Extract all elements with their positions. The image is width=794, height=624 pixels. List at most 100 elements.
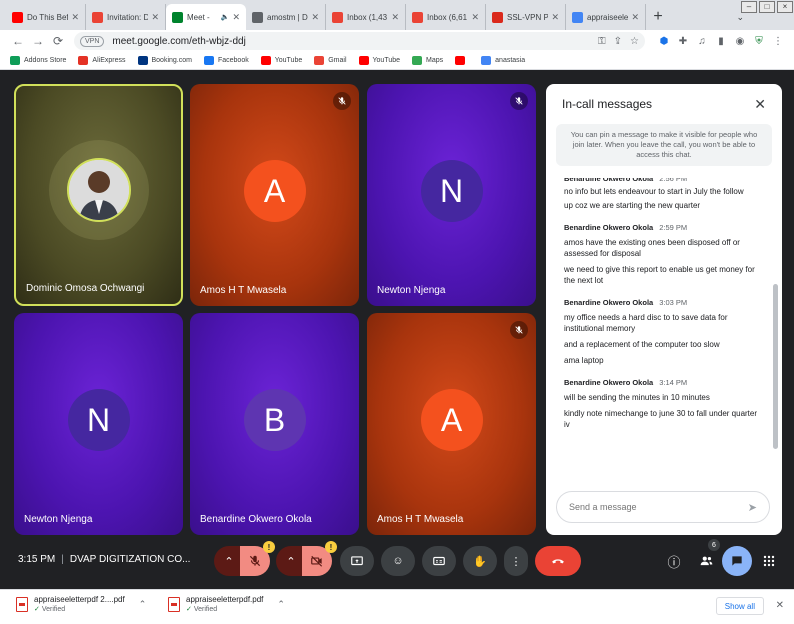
message-time: 2:59 PM	[659, 223, 688, 232]
message-text[interactable]: my office needs a hard disc to to save d…	[564, 312, 764, 334]
separator: |	[61, 554, 64, 565]
browser-tab[interactable]: Invitation: D ✕	[86, 4, 166, 30]
url-text[interactable]: meet.google.com/eth-wbjz-ddj	[112, 36, 590, 47]
message-text[interactable]: and a replacement of the computer too sl…	[564, 339, 764, 350]
bookmark-favicon-icon	[260, 56, 271, 65]
message-text[interactable]: ama laptop	[564, 355, 764, 366]
captions-button[interactable]	[422, 546, 456, 576]
media-control-icon[interactable]: ♫	[694, 36, 710, 47]
microphone-toggle-button[interactable]: !	[240, 541, 275, 576]
message-text[interactable]: kindly note nimechange to june 30 to fal…	[564, 408, 764, 430]
google-apps-icon	[572, 11, 583, 23]
bookmark-item[interactable]: Maps	[412, 56, 443, 65]
bookmark-item[interactable]: anastasia	[481, 56, 525, 65]
hand-icon: ✋	[473, 555, 487, 568]
participant-tile[interactable]: A Amos H T Mwasela	[367, 313, 536, 535]
share-icon[interactable]: ⇪	[614, 36, 622, 47]
minimize-icon[interactable]: –	[741, 1, 757, 13]
participant-tile[interactable]: B Benardine Okwero Okola	[190, 313, 359, 535]
message-list[interactable]: Benardine Okwero Okola 2:56 PM no info but…	[546, 178, 782, 478]
new-tab-button[interactable]: +	[646, 4, 670, 30]
bookmark-item[interactable]: Booking.com	[137, 56, 192, 65]
back-icon[interactable]: ←	[8, 34, 28, 48]
message-text[interactable]: no info but lets endeavour to start in J…	[564, 186, 764, 197]
message-text[interactable]: we need to give this report to enable us…	[564, 264, 764, 286]
browser-tab[interactable]: Do This Befo✕	[6, 4, 86, 30]
menu-kebab-icon[interactable]: ⋮	[770, 36, 786, 47]
messages-scrollbar[interactable]	[773, 284, 778, 449]
browser-tab[interactable]: Meet - 🔈 ✕	[166, 4, 246, 30]
people-button[interactable]: 6	[694, 539, 720, 576]
close-tab-icon[interactable]: ✕	[232, 12, 240, 23]
close-tab-icon[interactable]: ✕	[471, 12, 479, 23]
bookmark-item[interactable]	[455, 56, 469, 65]
raise-hand-button[interactable]: ✋	[463, 546, 497, 576]
profile-icon[interactable]: ◉	[732, 36, 748, 47]
more-vert-icon: ⋮	[510, 555, 522, 568]
key-icon[interactable]: ⚿	[598, 36, 606, 47]
download-filename: appraiseeletterpdf.pdf	[186, 595, 264, 604]
bookmark-item[interactable]: Facebook	[203, 56, 249, 65]
shield-extension-icon[interactable]: ⬢	[656, 36, 672, 47]
close-tab-icon[interactable]: ✕	[631, 12, 639, 23]
bookmark-label: YouTube	[372, 57, 401, 64]
maximize-icon[interactable]: □	[759, 1, 775, 13]
participant-name: Dominic Omosa Ochwangi	[26, 283, 145, 294]
download-options-chevron-icon[interactable]: ⌃	[139, 599, 147, 610]
bookmark-label: Booking.com	[151, 57, 192, 64]
browser-tab[interactable]: appraiseelet ✕	[566, 4, 646, 30]
download-item[interactable]: appraiseeletterpdf.pdf ✓ Verified ⌃	[168, 595, 285, 613]
security-extension-icon[interactable]: ⛨	[751, 36, 767, 47]
participant-tile[interactable]: N Newton Njenga	[14, 313, 183, 535]
present-screen-button[interactable]	[340, 546, 374, 576]
browser-tab[interactable]: Inbox (1,43 ✕	[326, 4, 406, 30]
participant-tile[interactable]: A Amos H T Mwasela	[190, 84, 359, 306]
bookmark-item[interactable]: YouTube	[260, 56, 302, 65]
close-tab-icon[interactable]: ✕	[151, 12, 159, 23]
participant-tile[interactable]: N Newton Njenga	[367, 84, 536, 306]
bookmark-star-icon[interactable]: ☆	[630, 36, 639, 47]
close-tab-icon[interactable]: ✕	[391, 12, 399, 23]
download-status: ✓ Verified	[186, 605, 263, 613]
reactions-button[interactable]: ☺	[381, 546, 415, 576]
bookmark-item[interactable]: Gmail	[314, 56, 347, 65]
message-text[interactable]: will be sending the minutes in 10 minute…	[564, 392, 764, 403]
browser-tab[interactable]: amostm | D ✕	[246, 4, 326, 30]
browser-tab[interactable]: Inbox (6,61 ✕	[406, 4, 486, 30]
bookmark-item[interactable]: AliExpress	[78, 56, 126, 65]
activities-button[interactable]	[758, 546, 780, 576]
puzzle-extension-icon[interactable]: ✚	[675, 36, 691, 47]
message-text[interactable]: up coz we are starting the new quarter	[564, 200, 764, 211]
download-item[interactable]: appraiseeletterpdf 2....pdf ✓ Verified ⌃	[16, 595, 146, 613]
close-tab-icon[interactable]: ✕	[551, 12, 559, 23]
close-tab-icon[interactable]: ✕	[71, 12, 79, 23]
send-icon[interactable]: ➤	[748, 501, 757, 514]
vpn-badge[interactable]: VPN	[80, 35, 105, 47]
camera-toggle-button[interactable]: !	[302, 541, 337, 576]
chat-button[interactable]	[722, 546, 752, 576]
close-tab-icon[interactable]: ✕	[311, 12, 319, 23]
message-input[interactable]	[569, 502, 748, 512]
bookmark-label: anastasia	[495, 57, 526, 64]
close-panel-icon[interactable]: ✕	[754, 96, 766, 113]
close-window-icon[interactable]: ×	[777, 1, 793, 13]
reload-icon[interactable]: ⟳	[48, 34, 68, 48]
bookmark-item[interactable]: YouTube	[358, 56, 401, 65]
address-bar[interactable]: VPN meet.google.com/eth-wbjz-ddj ⚿ ⇪ ☆	[74, 32, 645, 50]
bookmark-favicon-icon	[455, 56, 466, 65]
download-options-chevron-icon[interactable]: ⌃	[277, 599, 285, 610]
forward-icon[interactable]: →	[28, 34, 48, 48]
speaker-icon[interactable]: 🔈	[221, 13, 230, 21]
panel-header: In-call messages ✕	[546, 84, 782, 124]
leave-call-button[interactable]	[535, 546, 581, 576]
message-text[interactable]: amos have the existing ones been dispose…	[564, 237, 764, 259]
side-panel-icon[interactable]: ▮	[713, 36, 729, 47]
more-options-button[interactable]: ⋮	[504, 546, 528, 576]
browser-tab[interactable]: SSL-VPN Po✕	[486, 4, 566, 30]
message-composer[interactable]: ➤	[556, 491, 770, 523]
bookmark-item[interactable]: Addons Store	[10, 56, 66, 65]
participant-tile[interactable]: Dominic Omosa Ochwangi	[14, 84, 183, 306]
meeting-details-button[interactable]: ⓘ	[662, 546, 686, 576]
show-all-downloads-button[interactable]: Show all	[715, 597, 764, 615]
close-downloads-icon[interactable]: ✕	[776, 600, 784, 611]
